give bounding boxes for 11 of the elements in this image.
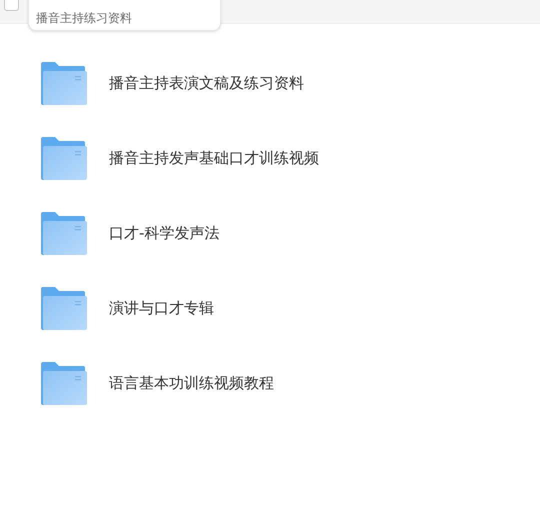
folder-icon [41, 362, 87, 405]
folder-icon [41, 137, 87, 180]
folder-name[interactable]: 语言基本功训练视频教程 [109, 372, 274, 395]
tooltip-text: 播音主持练习资料 [36, 12, 132, 24]
folder-icon [41, 287, 87, 330]
folder-name[interactable]: 播音主持发声基础口才训练视频 [109, 147, 319, 170]
folder-name[interactable]: 播音主持表演文稿及练习资料 [109, 72, 304, 95]
folder-name[interactable]: 演讲与口才专辑 [109, 297, 214, 320]
folder-icon [41, 62, 87, 105]
folder-name[interactable]: 口才-科学发声法 [109, 222, 220, 245]
folder-icon [41, 212, 87, 255]
